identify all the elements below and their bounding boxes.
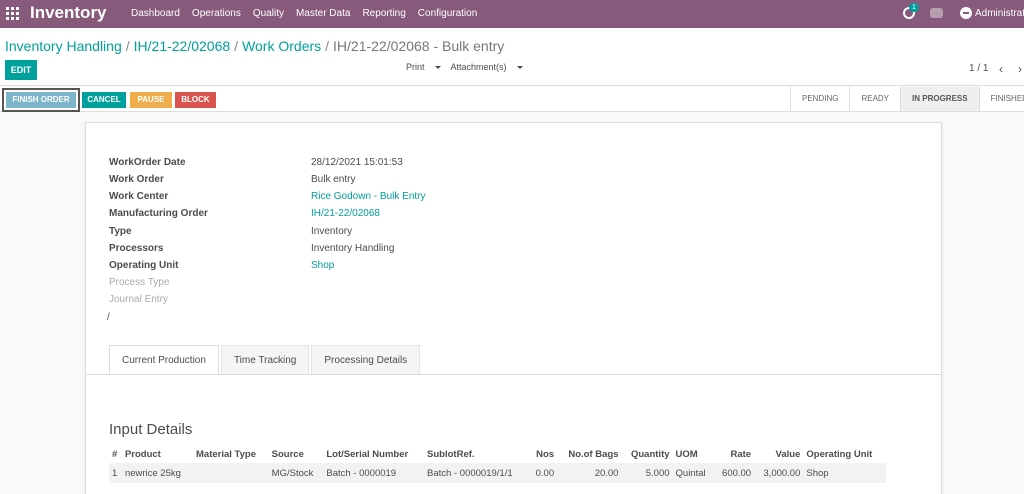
cell-product: newrice 25kg [121,463,193,483]
main-menu: Dashboard Operations Quality Master Data… [131,8,489,19]
stage-in-progress[interactable]: IN PROGRESS [900,87,979,111]
tab-divider [86,374,941,375]
user-name[interactable]: Administrator [975,8,1024,19]
menu-configuration[interactable]: Configuration [418,8,477,19]
col-quantity: Quantity [630,449,670,460]
process-type-label: Process Type [109,277,170,288]
stage-bar: PENDING READY IN PROGRESS FINISHED [790,87,1024,111]
cell-uom: Quintal [672,463,714,483]
cell-lot: Batch - 0000019 [323,463,425,483]
menu-master-data[interactable]: Master Data [296,8,350,19]
cell-quantity: 5.000 [621,463,673,483]
stage-ready[interactable]: READY [849,87,900,111]
print-dropdown[interactable]: Print [406,62,441,72]
journal-entry-label: Journal Entry [109,294,168,305]
col-product: Product [124,449,161,460]
workorder-date-label: WorkOrder Date [109,157,186,168]
tab-processing-details[interactable]: Processing Details [311,345,421,374]
pager-next-icon[interactable]: › [1018,62,1022,76]
col-operating-unit: Operating Unit [806,449,873,460]
block-button[interactable]: BLOCK [175,92,216,108]
breadcrumb-separator: / [125,38,130,54]
user-avatar-icon[interactable] [960,7,972,19]
cancel-button[interactable]: CANCEL [82,92,126,108]
work-order-value: Bulk entry [311,174,356,185]
stage-pending[interactable]: PENDING [790,87,849,111]
col-value: Value [775,449,801,460]
menu-operations[interactable]: Operations [192,8,241,19]
chat-icon[interactable] [930,8,943,18]
col-material-type: Material Type [196,449,257,460]
activity-badge: 1 [909,3,919,12]
breadcrumb-work-orders[interactable]: Work Orders [242,38,321,54]
tab-current-production[interactable]: Current Production [109,345,219,374]
work-center-label: Work Center [109,191,169,202]
breadcrumb-separator: / [325,38,330,54]
table-header-row: # Product Material Type Source Lot/Seria… [109,446,886,463]
col-nos: Nos [536,449,555,460]
caret-down-icon [516,66,523,70]
menu-quality[interactable]: Quality [253,8,284,19]
pause-button[interactable]: PAUSE [130,92,172,108]
manufacturing-order-label: Manufacturing Order [109,208,208,219]
col-lot: Lot/Serial Number [326,449,409,460]
menu-reporting[interactable]: Reporting [362,8,405,19]
input-details-title: Input Details [109,421,193,438]
cell-bags: 20.00 [557,463,622,483]
finish-order-button[interactable]: FINISH ORDER [6,92,76,108]
table-row[interactable]: 1 newrice 25kg MG/Stock Batch - 0000019 … [109,463,886,483]
input-details-table: # Product Material Type Source Lot/Seria… [109,446,886,483]
breadcrumb-handling-order[interactable]: IH/21-22/02068 [134,38,231,54]
processors-label: Processors [109,243,164,254]
work-center-link[interactable]: Rice Godown - Bulk Entry [311,191,426,202]
cell-value: 3,000.00 [754,463,804,483]
col-sublot: SublotRef. [427,449,475,460]
pager-value[interactable]: 1 / 1 [969,63,988,74]
cell-source: MG/Stock [268,463,324,483]
pager-previous-icon[interactable]: ‹ [999,62,1003,76]
operating-unit-label: Operating Unit [109,260,179,271]
menu-dashboard[interactable]: Dashboard [131,8,180,19]
cell-index: 1 [109,463,122,483]
breadcrumb-separator: / [234,38,239,54]
apps-menu-icon[interactable] [6,7,19,20]
print-label: Print [406,62,425,72]
cell-nos: 0.00 [529,463,558,483]
cell-rate: 600.00 [713,463,755,483]
tab-time-tracking[interactable]: Time Tracking [220,345,310,374]
cell-operating-unit: Shop [803,463,886,483]
col-bags: No.of Bags [568,449,619,460]
breadcrumb: Inventory Handling / IH/21-22/02068/Work O… [5,38,504,54]
workorder-date-value: 28/12/2021 15:01:53 [311,157,403,168]
statusbar: FINISH ORDER CANCEL PAUSE BLOCK PENDING … [0,87,1024,112]
action-menus: Print Attachment(s) [406,62,531,72]
work-order-label: Work Order [109,174,164,185]
cell-sublot: Batch - 0000019/1/1 [424,463,530,483]
type-label: Type [109,226,132,237]
edit-button[interactable]: EDIT [5,60,37,80]
col-index: # [112,449,118,460]
control-panel: Inventory Handling / IH/21-22/02068/Work O… [0,28,1024,86]
breadcrumb-current: IH/21-22/02068 - Bulk entry [333,38,505,54]
col-source: Source [271,449,304,460]
manufacturing-order-link[interactable]: IH/21-22/02068 [311,208,380,219]
top-navbar: Inventory Dashboard Operations Quality M… [0,0,1024,28]
stage-finished[interactable]: FINISHED [978,87,1024,111]
cell-material-type [193,463,269,483]
app-title: Inventory [30,3,107,22]
attachments-dropdown[interactable]: Attachment(s) [451,62,523,72]
col-uom: UOM [675,449,698,460]
notebook-tabs: Current Production Time Tracking Process… [109,345,422,374]
caret-down-icon [434,66,441,70]
type-value: Inventory [311,226,353,237]
separator-slash: / [107,312,110,323]
breadcrumb-inventory-handling[interactable]: Inventory Handling [5,38,122,54]
col-rate: Rate [730,449,752,460]
processors-value: Inventory Handling [311,243,395,254]
form-sheet: WorkOrder Date 28/12/2021 15:01:53 Work … [85,122,942,494]
attachments-label: Attachment(s) [450,62,507,72]
operating-unit-link[interactable]: Shop [311,260,334,271]
